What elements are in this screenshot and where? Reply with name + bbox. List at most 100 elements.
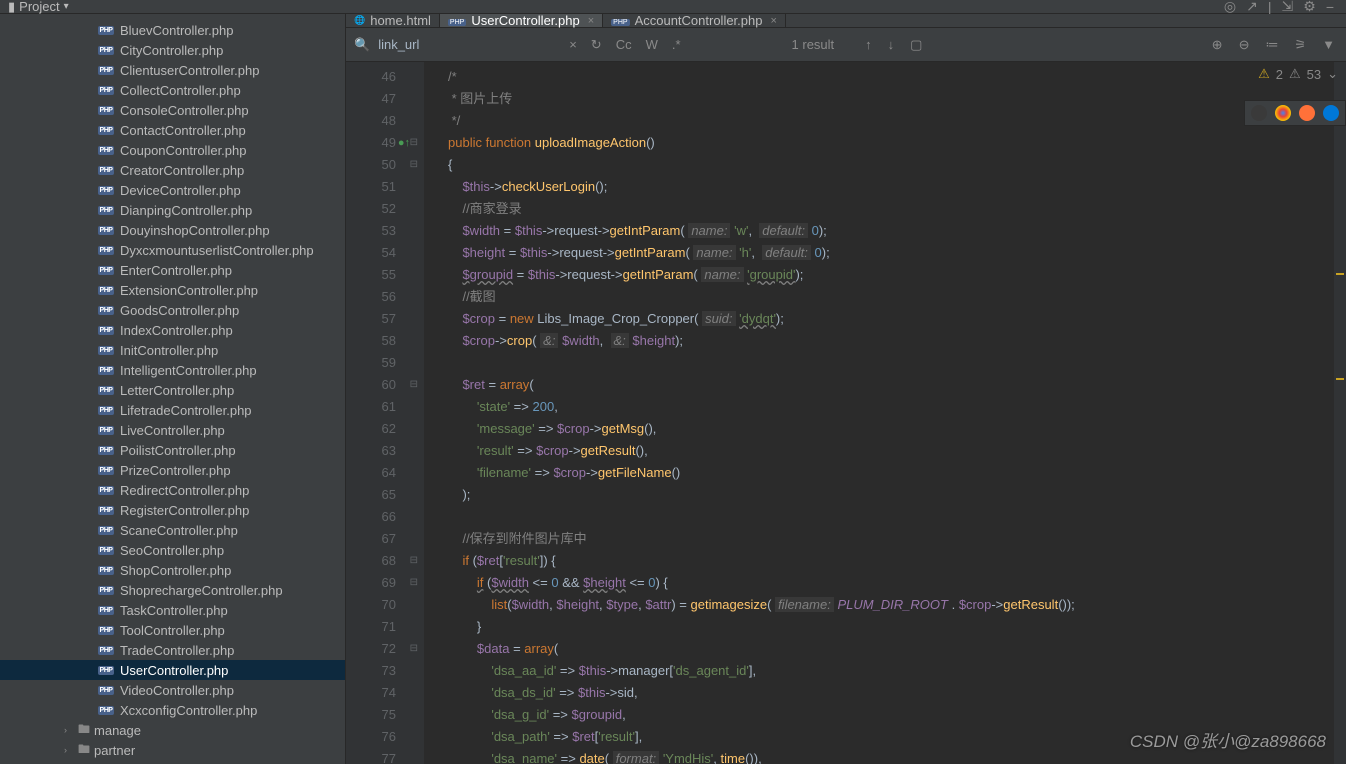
browser-preview[interactable]: [1244, 100, 1346, 126]
file-ShoprechargeController.php[interactable]: ShoprechargeController.php: [0, 580, 345, 600]
close-tab-icon[interactable]: ×: [770, 15, 776, 27]
match-case[interactable]: Cc: [613, 37, 635, 52]
line-number: 46: [382, 66, 396, 88]
error-stripe[interactable]: [1334, 62, 1346, 764]
arrow-icon[interactable]: ↗: [1246, 0, 1258, 15]
file-VideoController.php[interactable]: VideoController.php: [0, 680, 345, 700]
line-number: 48: [382, 110, 396, 132]
file-LiveController.php[interactable]: LiveController.php: [0, 420, 345, 440]
fold-icon[interactable]: ⊟: [410, 550, 418, 572]
line-number: 54: [382, 242, 396, 264]
inspection-widget[interactable]: ⚠2 ⚠53 ⌄: [1258, 66, 1338, 82]
line-number: 63: [382, 440, 396, 462]
file-IndexController.php[interactable]: IndexController.php: [0, 320, 345, 340]
regex-icon[interactable]: .*: [669, 37, 684, 52]
line-number: 62: [382, 418, 396, 440]
file-RegisterController.php[interactable]: RegisterController.php: [0, 500, 345, 520]
fold-icon[interactable]: ⊟: [410, 154, 418, 176]
php-file-icon: [98, 63, 114, 77]
settings-icon[interactable]: ⚞: [1291, 37, 1309, 53]
file-ShopController.php[interactable]: ShopController.php: [0, 560, 345, 580]
toggle-icon[interactable]: ≔: [1262, 37, 1281, 53]
file-TaskController.php[interactable]: TaskController.php: [0, 600, 345, 620]
line-number: 50: [382, 154, 396, 176]
file-PoilistController.php[interactable]: PoilistController.php: [0, 440, 345, 460]
file-GoodsController.php[interactable]: GoodsController.php: [0, 300, 345, 320]
tab-label: UserController.php: [471, 14, 579, 28]
file-CouponController.php[interactable]: CouponController.php: [0, 140, 345, 160]
line-number: 65: [382, 484, 396, 506]
file-name: CouponController.php: [120, 143, 246, 158]
file-CityController.php[interactable]: CityController.php: [0, 40, 345, 60]
file-DeviceController.php[interactable]: DeviceController.php: [0, 180, 345, 200]
folder-partner[interactable]: ›🖿partner: [0, 740, 345, 760]
fold-icon[interactable]: ⊟: [410, 132, 418, 154]
target-icon[interactable]: ◎: [1224, 0, 1236, 15]
file-IntelligentController.php[interactable]: IntelligentController.php: [0, 360, 345, 380]
next-match-icon[interactable]: ↓: [885, 37, 898, 53]
project-tool-label[interactable]: ▮ Project ▾: [0, 0, 77, 15]
file-name: RedirectController.php: [120, 483, 249, 498]
file-XcxconfigController.php[interactable]: XcxconfigController.php: [0, 700, 345, 720]
file-EnterController.php[interactable]: EnterController.php: [0, 260, 345, 280]
fold-icon[interactable]: ⊟: [410, 572, 418, 594]
file-DianpingController.php[interactable]: DianpingController.php: [0, 200, 345, 220]
select-all-icon[interactable]: ▢: [907, 37, 925, 53]
file-ContactController.php[interactable]: ContactController.php: [0, 120, 345, 140]
line-gutter[interactable]: 46474849●↑⊟50⊟51525354555657585960⊟61626…: [346, 62, 424, 764]
edge-icon[interactable]: [1323, 105, 1339, 121]
file-TradeController.php[interactable]: TradeController.php: [0, 640, 345, 660]
project-tree[interactable]: BluevController.phpCityController.phpCli…: [0, 14, 345, 760]
tab-home.html[interactable]: 🌐home.html: [346, 14, 440, 27]
history-icon[interactable]: ↻: [588, 37, 605, 53]
close-tab-icon[interactable]: ×: [588, 15, 594, 27]
ide-icon[interactable]: [1251, 105, 1267, 121]
chrome-icon[interactable]: [1275, 105, 1291, 121]
file-DouyinshopController.php[interactable]: DouyinshopController.php: [0, 220, 345, 240]
hide-icon[interactable]: −: [1326, 0, 1334, 15]
file-name: LifetradeController.php: [120, 403, 252, 418]
file-ToolController.php[interactable]: ToolController.php: [0, 620, 345, 640]
clear-search-icon[interactable]: ×: [566, 37, 580, 52]
collapse-icon[interactable]: ⇲: [1282, 0, 1294, 15]
prev-match-icon[interactable]: ↑: [862, 37, 875, 53]
method-marker-icon[interactable]: ●↑: [398, 132, 410, 154]
php-file-icon: [98, 123, 114, 137]
file-InitController.php[interactable]: InitController.php: [0, 340, 345, 360]
file-SeoController.php[interactable]: SeoController.php: [0, 540, 345, 560]
fold-icon[interactable]: ⊟: [410, 638, 418, 660]
remove-selection-icon[interactable]: ⊖: [1236, 37, 1253, 53]
search-input[interactable]: [378, 37, 558, 52]
file-PrizeController.php[interactable]: PrizeController.php: [0, 460, 345, 480]
filter-icon[interactable]: ▼: [1319, 37, 1338, 53]
line-number: 55: [382, 264, 396, 286]
file-CollectController.php[interactable]: CollectController.php: [0, 80, 345, 100]
file-ClientuserController.php[interactable]: ClientuserController.php: [0, 60, 345, 80]
file-CreatorController.php[interactable]: CreatorController.php: [0, 160, 345, 180]
file-name: LiveController.php: [120, 423, 225, 438]
whole-word[interactable]: W: [643, 37, 661, 52]
firefox-icon[interactable]: [1299, 105, 1315, 121]
file-UserController.php[interactable]: UserController.php: [0, 660, 345, 680]
php-file-icon: [98, 683, 114, 697]
file-LifetradeController.php[interactable]: LifetradeController.php: [0, 400, 345, 420]
warning-count: 2: [1276, 67, 1283, 82]
file-ExtensionController.php[interactable]: ExtensionController.php: [0, 280, 345, 300]
code-editor[interactable]: /* * 图片上传 */public function uploadImageA…: [424, 62, 1346, 764]
folder-manage[interactable]: ›🖿manage: [0, 720, 345, 740]
file-BluevController.php[interactable]: BluevController.php: [0, 20, 345, 40]
file-DyxcxmountuserlistController.php[interactable]: DyxcxmountuserlistController.php: [0, 240, 345, 260]
file-ScaneController.php[interactable]: ScaneController.php: [0, 520, 345, 540]
file-ConsoleController.php[interactable]: ConsoleController.php: [0, 100, 345, 120]
file-LetterController.php[interactable]: LetterController.php: [0, 380, 345, 400]
tab-AccountController.php[interactable]: PHPAccountController.php×: [603, 14, 786, 27]
file-RedirectController.php[interactable]: RedirectController.php: [0, 480, 345, 500]
php-file-icon: [98, 43, 114, 57]
fold-icon[interactable]: ⊟: [410, 374, 418, 396]
file-name: CreatorController.php: [120, 163, 244, 178]
gear-icon[interactable]: ⚙: [1303, 0, 1316, 15]
php-file-icon: [98, 603, 114, 617]
divider-icon: |: [1268, 0, 1272, 15]
add-selection-icon[interactable]: ⊕: [1209, 37, 1226, 53]
tab-UserController.php[interactable]: PHPUserController.php×: [440, 14, 603, 27]
